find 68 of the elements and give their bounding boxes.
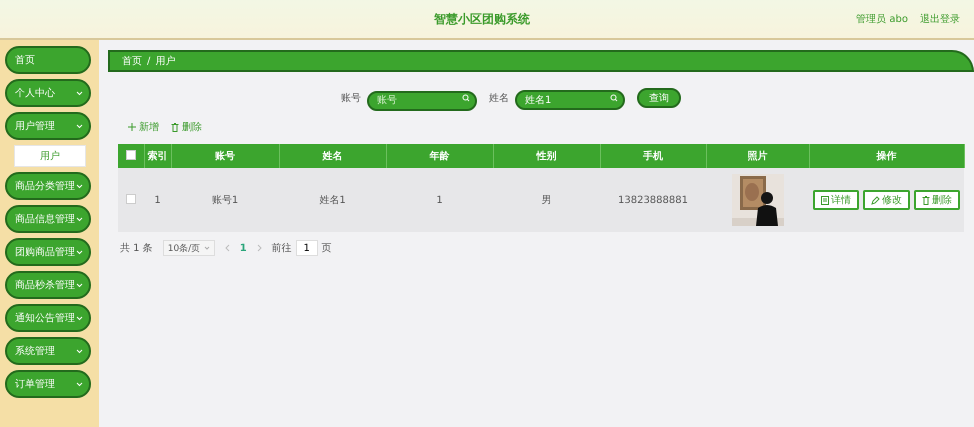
breadcrumb-separator: /: [147, 56, 150, 66]
search-icon: [610, 94, 618, 102]
next-page-icon[interactable]: [256, 244, 262, 252]
query-button[interactable]: 查询: [637, 88, 681, 108]
trash-icon: [171, 122, 179, 132]
document-icon: [821, 196, 829, 204]
chevron-down-icon: [76, 184, 83, 188]
table-cell: 男: [493, 168, 600, 232]
pencil-icon: [871, 196, 880, 204]
search-icon: [462, 94, 470, 102]
column-header: 照片: [706, 144, 809, 168]
chevron-down-icon: [76, 316, 83, 320]
chevron-down-icon: [76, 348, 83, 354]
total-count: 共 1 条: [120, 242, 153, 255]
menu-item[interactable]: 商品信息管理: [5, 205, 91, 233]
table-cell: 13823888881: [600, 168, 706, 232]
previous-page-icon[interactable]: [224, 244, 230, 252]
page-number[interactable]: 1: [240, 242, 247, 254]
column-header: 性别: [493, 144, 600, 168]
page-size-select[interactable]: 10条/页: [162, 240, 215, 256]
column-header: 账号: [171, 144, 279, 168]
field-label: 账号: [341, 92, 361, 105]
row-action-button[interactable]: 删除: [914, 190, 960, 210]
breadcrumb-link[interactable]: 首页: [122, 54, 142, 68]
action-button[interactable]: 删除: [171, 120, 202, 134]
goto-label: 前往: [272, 242, 292, 255]
user-name: 管理员 abo: [856, 13, 908, 26]
menu-item[interactable]: 团购商品管理: [5, 238, 91, 266]
submenu-item[interactable]: 用户: [14, 145, 86, 167]
menu-item[interactable]: 通知公告管理: [5, 304, 91, 332]
table-cell: 1: [386, 168, 493, 232]
chevron-down-icon: [204, 246, 210, 250]
search-field[interactable]: 姓名1: [515, 90, 625, 110]
column-header: 索引: [144, 144, 171, 168]
menu-item[interactable]: 用户管理: [5, 112, 91, 140]
page-input[interactable]: 1: [296, 240, 318, 256]
chevron-down-icon: [76, 90, 83, 96]
column-header: 姓名: [279, 144, 386, 168]
chevron-down-icon: [76, 216, 83, 222]
table-cell: 账号1: [171, 168, 279, 232]
field-label: 姓名: [489, 92, 509, 105]
row-checkbox[interactable]: [126, 194, 136, 204]
row-action-button[interactable]: 详情: [813, 190, 859, 210]
column-header: 手机: [600, 144, 706, 168]
select-all-checkbox[interactable]: [126, 150, 136, 160]
table-cell: 姓名1: [279, 168, 386, 232]
column-header: 年龄: [386, 144, 493, 168]
table-cell: 1: [144, 168, 171, 232]
app-title: 智慧小区团购系统: [433, 10, 532, 28]
chevron-down-icon: [76, 124, 83, 128]
breadcrumb-link[interactable]: 用户: [155, 54, 176, 68]
action-button[interactable]: 新增: [128, 120, 159, 134]
column-header: 操作: [809, 144, 964, 168]
trash-icon: [922, 196, 930, 204]
logout-link[interactable]: 退出登录: [920, 12, 960, 26]
menu-item[interactable]: 商品秒杀管理: [5, 271, 91, 299]
chevron-down-icon: [76, 282, 83, 288]
chevron-down-icon: [76, 250, 83, 254]
menu-item[interactable]: 个人中心: [5, 79, 91, 107]
search-field[interactable]: 账号: [367, 90, 477, 110]
page-suffix: 页: [322, 242, 332, 255]
chevron-down-icon: [76, 382, 83, 386]
menu-item[interactable]: 首页: [5, 46, 91, 74]
plus-icon: [128, 123, 136, 131]
menu-item[interactable]: 订单管理: [5, 370, 91, 398]
menu-item[interactable]: 系统管理: [5, 337, 91, 365]
row-action-button[interactable]: 修改: [863, 190, 910, 210]
menu-item[interactable]: 商品分类管理: [5, 172, 91, 200]
